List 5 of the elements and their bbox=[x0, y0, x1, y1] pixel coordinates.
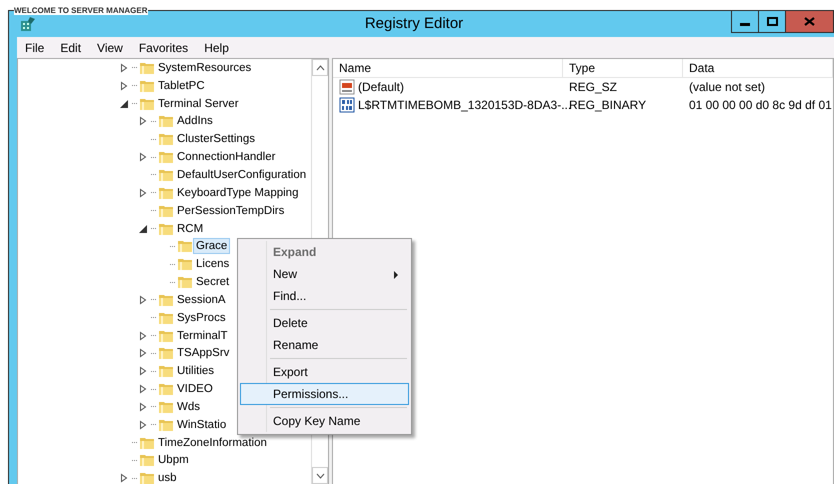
value-data: (value not set) bbox=[688, 79, 766, 96]
value-type: REG_SZ bbox=[568, 79, 618, 96]
value-data: 01 00 00 00 d0 8c 9d df 01 bbox=[688, 97, 833, 114]
window-title: Registry Editor bbox=[364, 14, 464, 34]
background-window-title: WELCOME TO SERVER MANAGER bbox=[14, 6, 148, 15]
